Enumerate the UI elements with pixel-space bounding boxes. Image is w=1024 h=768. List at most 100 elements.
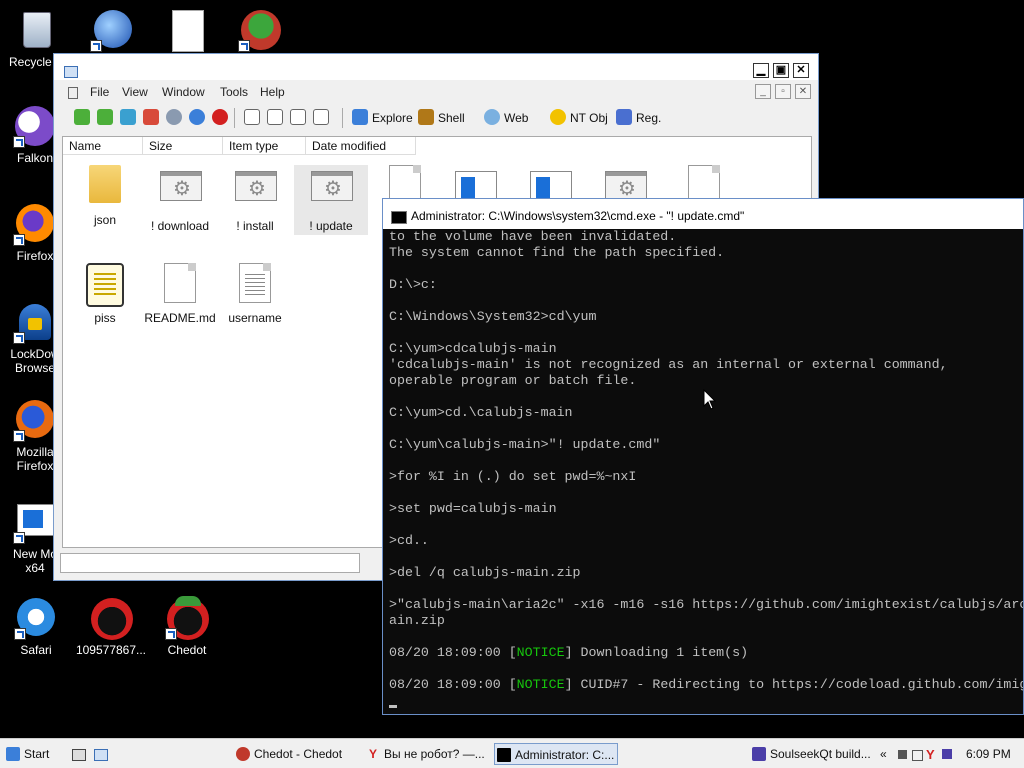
taskbar-button-yandex[interactable]: Y Вы не робот? —...	[364, 743, 488, 765]
console-titlebar[interactable]: Administrator: C:\Windows\system32\cmd.e…	[383, 199, 1023, 229]
file-item-download[interactable]: ! download	[143, 165, 217, 233]
view-large-icon[interactable]	[244, 109, 260, 125]
web-button[interactable]: Web	[504, 111, 528, 125]
ntobj-icon[interactable]	[550, 109, 566, 125]
menu-window[interactable]: Window	[162, 85, 205, 99]
toolbar: Explore Shell Web NT Obj Reg.	[62, 106, 810, 130]
chedot-icon	[236, 747, 250, 761]
tray-expand-button[interactable]: «	[880, 743, 887, 765]
forward-icon[interactable]	[97, 109, 113, 125]
view-list-icon[interactable]	[290, 109, 306, 125]
script-file-icon	[86, 263, 124, 307]
refresh-icon[interactable]	[189, 109, 205, 125]
start-icon	[6, 747, 20, 761]
explore-icon[interactable]	[352, 109, 368, 125]
mouse-pointer-icon	[703, 389, 717, 410]
soulseek-icon	[752, 747, 766, 761]
text-file-icon	[164, 263, 196, 303]
file-item-install[interactable]: ! install	[218, 165, 292, 233]
shell-icon[interactable]	[418, 109, 434, 125]
menu-view[interactable]: View	[122, 85, 148, 99]
menubar: File View Window Tools Help	[54, 82, 818, 102]
console-line: >cd..	[389, 533, 429, 548]
up-icon[interactable]	[120, 109, 136, 125]
console-line: D:\>c:	[389, 277, 437, 292]
view-small-icon[interactable]	[267, 109, 283, 125]
folder-icon	[89, 165, 121, 203]
network-icon[interactable]	[912, 750, 923, 761]
console-line: C:\yum>cdcalubjs-main	[389, 341, 557, 356]
minimize-button[interactable]: ▁	[753, 63, 769, 78]
console-line: operable program or batch file.	[389, 373, 637, 388]
desktop-icon-safari[interactable]: Safari	[0, 596, 74, 657]
recycle-bin-icon	[14, 8, 58, 52]
registry-icon[interactable]	[616, 109, 632, 125]
maximize-button[interactable]: ▣	[773, 63, 789, 78]
text-lines-file-icon	[239, 263, 271, 303]
column-item-type[interactable]: Item type	[223, 137, 306, 155]
shell-button[interactable]: Shell	[438, 111, 465, 125]
home-icon[interactable]	[143, 109, 159, 125]
yandex-tray-icon[interactable]: Y	[926, 747, 935, 762]
column-name[interactable]: Name	[63, 137, 143, 155]
web-icon[interactable]	[484, 109, 500, 125]
child-minimize-button[interactable]: _	[755, 84, 771, 99]
file-item-update-selected[interactable]: ! update	[294, 165, 368, 235]
menu-file[interactable]: File	[90, 85, 109, 99]
console-line: 'cdcalubjs-main' is not recognized as an…	[389, 357, 948, 372]
file-item-username[interactable]: username	[218, 263, 292, 325]
menu-help[interactable]: Help	[260, 85, 285, 99]
menu-tools[interactable]: Tools	[220, 85, 248, 99]
console-window[interactable]: Administrator: C:\Windows\system32\cmd.e…	[382, 198, 1024, 715]
column-size[interactable]: Size	[143, 137, 223, 155]
batch-file-icon	[235, 171, 277, 201]
mozilla-firefox-icon	[13, 398, 57, 442]
safari-icon	[14, 596, 58, 640]
child-close-button[interactable]: ✕	[795, 84, 811, 99]
explore-button[interactable]: Explore	[372, 111, 413, 125]
back-icon[interactable]	[74, 109, 90, 125]
desktop-icon-chedot[interactable]	[222, 8, 298, 55]
start-button[interactable]: Start	[4, 743, 52, 765]
soulseek-tray-icon[interactable]	[942, 749, 952, 759]
taskbar-button-soulseek[interactable]: SoulseekQt build...	[750, 743, 874, 765]
view-details-icon[interactable]	[313, 109, 329, 125]
file-item-piss[interactable]: piss	[68, 263, 142, 325]
desktop-icon-chedot-bird[interactable]: Chedot	[149, 596, 225, 657]
console-line: >"calubjs-main\aria2c" -x16 -m16 -s16 ht…	[389, 597, 1023, 612]
taskbar-button-chedot[interactable]: Chedot - Chedot	[234, 743, 358, 765]
column-date-modified[interactable]: Date modified	[306, 137, 416, 155]
clock[interactable]: 6:09 PM	[966, 743, 1011, 765]
speaker-icon[interactable]	[898, 750, 907, 759]
registry-button[interactable]: Reg.	[636, 111, 661, 125]
ntobj-button[interactable]: NT Obj	[570, 111, 608, 125]
angry-bird-icon	[89, 596, 133, 640]
batch-file-icon	[605, 171, 647, 201]
console-line: C:\yum\calubjs-main>"! update.cmd"	[389, 437, 661, 452]
console-output[interactable]: to the volume have been invalidated. The …	[389, 229, 1023, 710]
child-restore-button[interactable]: ▫	[775, 84, 791, 99]
desktop-icon-seamonkey[interactable]	[74, 8, 150, 55]
console-line: 08/20 18:09:00 [NOTICE] Downloading 1 it…	[389, 645, 749, 660]
status-pane	[60, 553, 360, 573]
console-line: The system cannot find the path specifie…	[389, 245, 725, 260]
show-desktop-icon[interactable]	[72, 749, 86, 761]
close-button[interactable]: ✕	[793, 63, 809, 78]
search-icon[interactable]	[166, 109, 182, 125]
explorer-titlebar[interactable]: ▁ ▣ ✕	[54, 54, 818, 80]
text-cursor	[389, 705, 397, 708]
explorer-quicklaunch-icon[interactable]	[94, 749, 108, 761]
file-item-readme[interactable]: README.md	[143, 263, 217, 325]
desktop-icon-blank-file[interactable]	[149, 8, 225, 55]
stop-icon[interactable]	[212, 109, 228, 125]
taskbar-button-cmd[interactable]: Administrator: C:...	[494, 743, 618, 765]
console-title: Administrator: C:\Windows\system32\cmd.e…	[411, 209, 745, 223]
file-item-json[interactable]: json	[68, 165, 142, 227]
desktop-icon-angry-bird[interactable]: 109577867...	[73, 596, 149, 657]
